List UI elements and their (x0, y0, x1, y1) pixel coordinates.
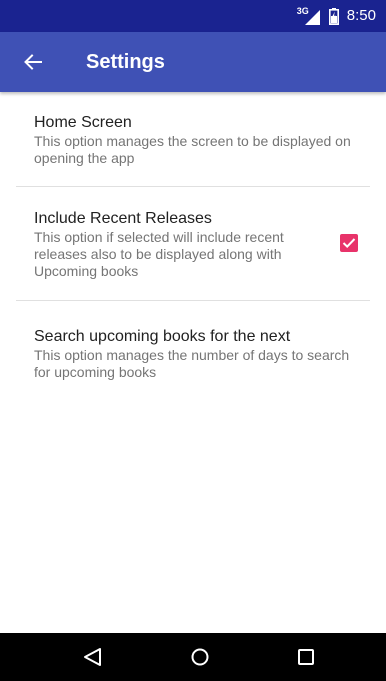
checkmark-icon (342, 238, 356, 249)
status-time: 8:50 (346, 7, 376, 24)
setting-title: Home Screen (34, 114, 132, 131)
app-bar: Settings (0, 32, 386, 92)
signal-indicator: 3G (297, 7, 321, 25)
settings-list: Home Screen This option manages the scre… (0, 92, 386, 401)
nav-recents-button[interactable] (282, 633, 330, 681)
setting-include-recent-releases[interactable]: Include Recent Releases This option if s… (0, 187, 386, 300)
setting-summary: This option manages the number of days t… (34, 347, 350, 380)
setting-summary: This option manages the screen to be dis… (34, 133, 351, 166)
setting-summary: This option if selected will include rec… (34, 229, 284, 279)
arrow-left-icon (24, 54, 42, 70)
status-icons: 3G 8:50 (297, 0, 376, 32)
recents-square-icon (298, 649, 314, 665)
page-title: Settings (86, 51, 165, 73)
back-button[interactable] (18, 47, 48, 77)
setting-search-upcoming-days[interactable]: Search upcoming books for the next This … (0, 301, 386, 401)
back-triangle-icon (84, 648, 101, 666)
setting-title: Search upcoming books for the next (34, 328, 291, 345)
status-bar: 3G 8:50 (0, 0, 386, 32)
setting-home-screen[interactable]: Home Screen This option manages the scre… (0, 92, 386, 186)
include-recent-checkbox[interactable] (340, 234, 358, 252)
navigation-bar (0, 633, 386, 681)
setting-title: Include Recent Releases (34, 210, 212, 227)
nav-home-button[interactable] (176, 633, 224, 681)
battery-icon (328, 7, 339, 25)
signal-icon (304, 10, 320, 25)
nav-back-button[interactable] (69, 633, 117, 681)
home-circle-icon (191, 648, 209, 666)
